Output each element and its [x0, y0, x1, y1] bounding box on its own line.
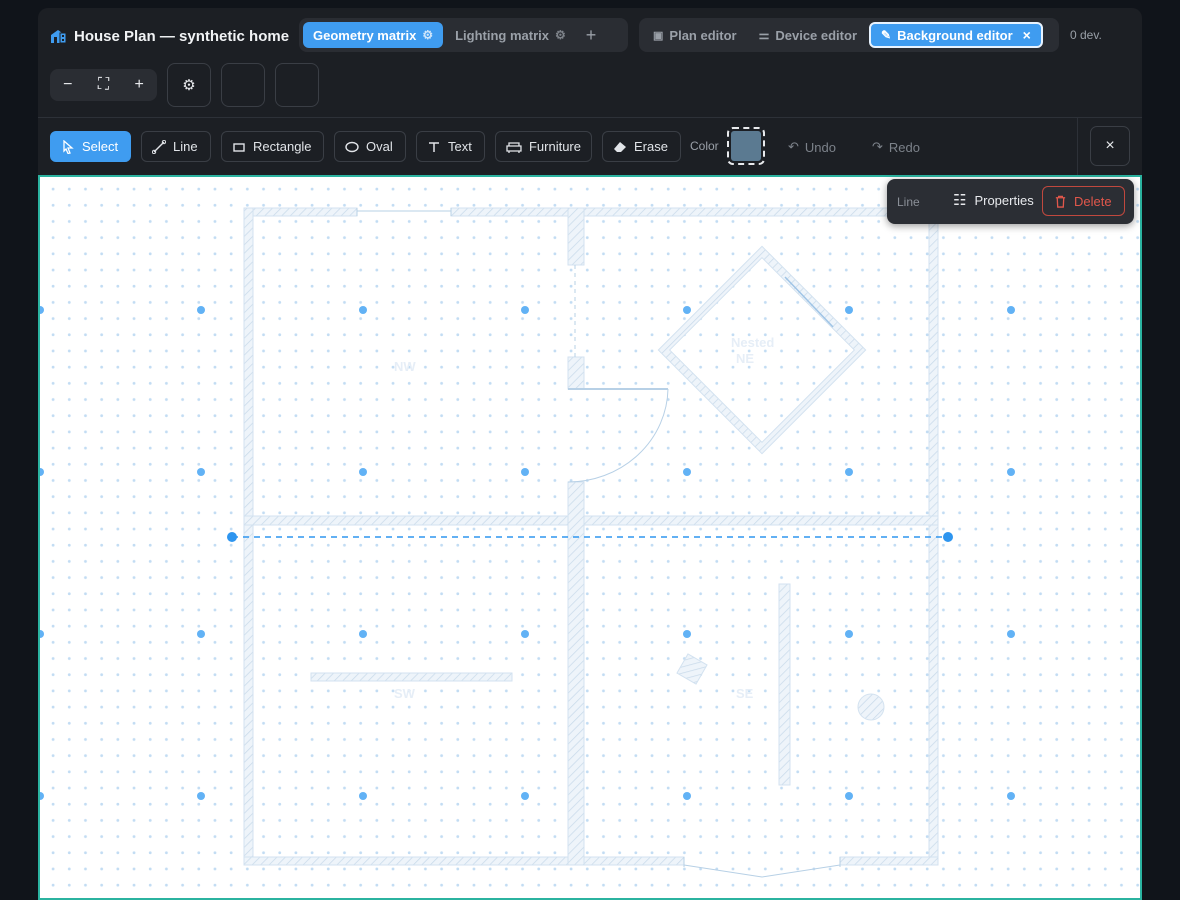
eraser-icon: [614, 141, 626, 152]
house-icon: [51, 30, 67, 44]
room-label-ne: Nested NE: [731, 335, 774, 366]
redo-icon: ↷: [872, 139, 883, 154]
gear-icon[interactable]: ⚙: [555, 28, 566, 42]
walls[interactable]: [243, 207, 939, 866]
device-count: 0 dev.: [1070, 28, 1102, 42]
tab-device-editor[interactable]: ⚌ Device editor: [749, 22, 867, 48]
tool-label: Oval: [366, 139, 393, 154]
line-tool-button[interactable]: Line: [141, 131, 211, 162]
room-label-se: SE: [736, 686, 754, 701]
empty-slot-button[interactable]: [275, 63, 319, 107]
tool-label: Select: [82, 139, 119, 154]
close-editor-button[interactable]: ×: [1090, 126, 1130, 166]
app-title: House Plan — synthetic home: [74, 27, 290, 45]
matrix-tab-group: Geometry matrix ⚙ Lighting matrix ⚙ +: [299, 18, 628, 52]
properties-label: Properties: [974, 192, 1034, 208]
top-bar: House Plan — synthetic home Geometry mat…: [38, 8, 1142, 118]
room-label-sw: SW: [394, 686, 416, 701]
editor-tab-group: ▣ Plan editor ⚌ Device editor ✎ Backgrou…: [639, 18, 1059, 52]
sofa-icon: [506, 141, 522, 153]
tab-background-editor[interactable]: ✎ Background editor ×: [869, 22, 1043, 48]
color-fill: [731, 131, 761, 161]
furniture-tool-button[interactable]: Furniture: [495, 131, 592, 162]
brush-icon: ✎: [881, 28, 892, 42]
oval-icon: [345, 141, 359, 152]
grid-handles[interactable]: [40, 306, 1015, 800]
room-label-nw: NW: [394, 359, 416, 374]
close-icon: ×: [1105, 137, 1115, 154]
erase-tool-button[interactable]: Erase: [602, 131, 681, 162]
tab-label: Geometry matrix: [313, 27, 417, 43]
tab-geometry-matrix[interactable]: Geometry matrix ⚙: [303, 22, 444, 48]
doors-windows[interactable]: [356, 208, 841, 878]
color-swatch[interactable]: [727, 127, 765, 165]
undo-label: Undo: [804, 139, 836, 155]
delete-button[interactable]: Delete: [1042, 186, 1125, 216]
zoom-in-button[interactable]: +: [124, 76, 154, 94]
drawing-toolbar: Select Line Rectangle Oval Text Furnitur…: [38, 118, 1142, 176]
text-tool-button[interactable]: Text: [416, 131, 485, 162]
line-end-handle[interactable]: [943, 532, 953, 542]
line-icon: [152, 139, 166, 154]
tool-label: Text: [448, 139, 472, 154]
close-icon[interactable]: ×: [1023, 27, 1031, 43]
color-label: Color: [690, 139, 719, 153]
cursor-icon: [63, 139, 74, 154]
tab-label: Device editor: [775, 27, 858, 43]
tab-plan-editor[interactable]: ▣ Plan editor: [643, 22, 747, 48]
oval-tool-button[interactable]: Oval: [334, 131, 406, 162]
tab-label: Plan editor: [669, 27, 737, 43]
gear-icon[interactable]: ⚙: [422, 28, 433, 42]
sliders-icon: ⚌: [758, 28, 770, 42]
brand: House Plan — synthetic home: [50, 24, 289, 48]
tool-label: Line: [173, 139, 198, 154]
delete-label: Delete: [1074, 193, 1112, 209]
redo-button[interactable]: ↷ Redo: [872, 139, 920, 155]
redo-label: Redo: [888, 139, 920, 155]
rectangle-tool-button[interactable]: Rectangle: [221, 131, 324, 162]
trash-icon: [1055, 195, 1066, 208]
drawing-canvas[interactable]: NW Nested NE SW SE: [38, 175, 1142, 900]
undo-icon: ↶: [788, 139, 799, 154]
gear-icon: ⚙: [182, 77, 196, 94]
rectangle-icon: [233, 142, 245, 152]
empty-slot-button[interactable]: [221, 63, 265, 107]
selected-line[interactable]: [227, 532, 953, 542]
line-start-handle[interactable]: [227, 532, 237, 542]
divider: [1077, 118, 1078, 176]
nested-diamond-room[interactable]: [657, 245, 867, 455]
selection-popup: Line ☷ Properties Delete: [887, 179, 1134, 224]
app-window: House Plan — synthetic home Geometry mat…: [38, 8, 1142, 900]
tab-label: Lighting matrix: [455, 27, 549, 43]
zoom-control: − ⛶ +: [50, 69, 157, 101]
floor-plan[interactable]: NW Nested NE SW SE: [40, 177, 1140, 898]
tool-label: Furniture: [528, 139, 581, 154]
zoom-out-button[interactable]: −: [53, 76, 83, 94]
floorplan-icon: ▣: [653, 29, 664, 42]
sliders-icon: ☷: [953, 192, 967, 209]
fit-view-icon[interactable]: ⛶: [88, 76, 118, 94]
tool-label: Rectangle: [253, 139, 312, 154]
tool-label: Erase: [634, 139, 668, 154]
properties-button[interactable]: ☷ Properties: [945, 185, 1042, 215]
add-matrix-button[interactable]: +: [578, 25, 605, 46]
select-tool-button[interactable]: Select: [50, 131, 131, 162]
tab-lighting-matrix[interactable]: Lighting matrix ⚙: [445, 22, 576, 48]
text-icon: [429, 141, 439, 152]
selection-type-label: Line: [897, 195, 920, 209]
settings-button[interactable]: ⚙: [167, 63, 211, 107]
tab-label: Background editor: [897, 27, 1013, 43]
undo-button[interactable]: ↶ Undo: [788, 139, 836, 155]
